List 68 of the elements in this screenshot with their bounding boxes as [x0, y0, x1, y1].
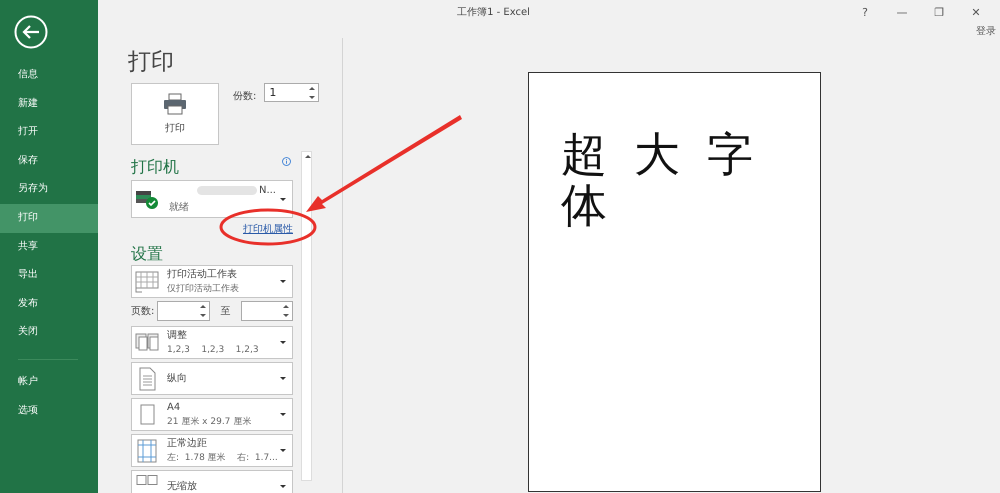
sidebar-item[interactable]: 新建 [0, 90, 98, 118]
sidebar-item[interactable]: 另存为 [0, 175, 98, 204]
copies-label: 份数: [233, 90, 256, 103]
margins-icon [135, 438, 159, 462]
settings-dropdown[interactable]: 纵向 [131, 362, 293, 395]
settings-heading: 设置 [131, 244, 164, 265]
caret-icon [280, 341, 286, 344]
scrollbar[interactable] [301, 151, 312, 481]
printer-ready-icon [135, 189, 159, 209]
option-subtitle: 21 厘米 x 29.7 厘米 [167, 416, 252, 428]
spinner-icon [200, 305, 206, 317]
option-title: 正常边距 [167, 438, 208, 450]
info-icon[interactable] [282, 157, 291, 166]
to-label: 至 [220, 305, 231, 318]
sidebar-item[interactable]: 帐户 [0, 368, 98, 397]
option-title: A4 [167, 402, 182, 414]
page-title: 打印 [128, 48, 175, 77]
printer-heading: 打印机 [131, 157, 179, 178]
option-subtitle: 左: 1.78 厘米 右: 1.7... [167, 452, 279, 464]
settings-dropdown[interactable]: 正常边距 左: 1.78 厘米 右: 1.7... [131, 434, 293, 467]
option-title: 打印活动工作表 [167, 268, 238, 280]
settings-dropdown[interactable]: A4 21 厘米 x 29.7 厘米 [131, 398, 293, 431]
printer-name: N... [258, 184, 276, 196]
scaling-icon [135, 475, 159, 485]
caret-icon [280, 485, 286, 488]
preview-text: 超大字体 [561, 129, 781, 230]
printer-properties-link[interactable]: 打印机属性 [243, 222, 293, 238]
caret-icon [280, 449, 286, 452]
caret-icon [280, 280, 286, 283]
option-title: 无缩放 [167, 480, 198, 492]
back-icon[interactable] [14, 15, 48, 49]
sign-in-link[interactable]: 登录 [976, 24, 996, 38]
help-button[interactable]: ? [859, 6, 871, 18]
settings-dropdown[interactable]: 调整 1,2,3 1,2,3 1,2,3 [131, 326, 293, 359]
sheet-icon [135, 270, 159, 294]
sidebar-item[interactable]: 共享 [0, 232, 98, 262]
minimize-button[interactable]: — [896, 6, 908, 18]
printer-icon [163, 93, 187, 115]
printer-dropdown[interactable]: N... 就绪 [131, 180, 293, 218]
option-title: 调整 [167, 330, 188, 342]
print-button[interactable]: 打印 [131, 83, 219, 145]
option-title: 纵向 [167, 372, 188, 384]
sidebar-item[interactable]: 打开 [0, 118, 98, 147]
restore-button[interactable]: ❐ [933, 6, 945, 18]
sidebar-item[interactable]: 打印 [0, 204, 98, 233]
page-to-field[interactable] [240, 301, 293, 321]
settings-dropdown[interactable]: 无缩放 [131, 470, 293, 493]
caret-icon [280, 377, 286, 380]
option-subtitle: 仅打印活动工作表 [167, 284, 240, 294]
caret-icon [280, 413, 286, 416]
option-subtitle: 1,2,3 1,2,3 1,2,3 [167, 344, 260, 356]
sidebar-item[interactable]: 信息 [0, 61, 98, 90]
spinner-icon [309, 87, 316, 99]
sidebar-item[interactable]: 关闭 [0, 318, 98, 347]
window-title: 工作簿1 - Excel [456, 6, 531, 19]
close-button[interactable]: ✕ [970, 6, 982, 18]
page-from-field[interactable] [157, 301, 210, 321]
caret-icon [280, 198, 286, 200]
copies-field[interactable]: 1 [264, 83, 320, 102]
printer-status: 就绪 [169, 200, 190, 214]
sidebar-item[interactable]: 保存 [0, 146, 98, 176]
pages-label: 页数: [131, 305, 156, 318]
spinner-icon [283, 305, 289, 317]
sidebar-item[interactable]: 选项 [0, 396, 98, 426]
blurred-region [196, 186, 257, 194]
sidebar-item[interactable]: 导出 [0, 261, 98, 290]
sidebar-item[interactable]: 发布 [0, 290, 98, 318]
settings-dropdown[interactable]: 打印活动工作表 仅打印活动工作表 [131, 265, 293, 298]
